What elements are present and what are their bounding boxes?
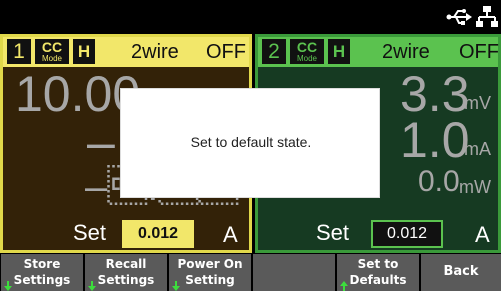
message-dialog: Set to default state. <box>120 88 380 198</box>
set-value-field[interactable]: 0.012 <box>122 220 194 248</box>
sense-mode: 2wire <box>382 41 430 63</box>
lan-icon <box>476 6 498 27</box>
softkey-label-line2: Settings <box>13 273 71 287</box>
empty-softkey[interactable] <box>253 254 335 291</box>
set-label: Set <box>316 220 350 245</box>
arrow-down-icon <box>88 281 96 291</box>
set-unit: A <box>223 222 238 247</box>
mode-value: CC <box>296 39 318 55</box>
power-on-setting-softkey[interactable]: Power On Setting <box>169 254 251 291</box>
set-label: Set <box>73 220 107 245</box>
range-indicator: H <box>73 39 95 64</box>
softkey-bar: Store Settings Recall Settings Power On … <box>0 253 501 291</box>
mode-label: Mode <box>296 54 317 63</box>
channel-number: 2 <box>262 39 286 64</box>
softkey-label-line2: Defaults <box>349 273 407 287</box>
arrow-up-icon <box>340 281 348 291</box>
output-state: OFF <box>459 41 499 63</box>
softkey-label-line1: Recall <box>105 257 147 271</box>
softkey-label-line1: Set to <box>357 257 399 271</box>
usb-icon <box>446 9 472 25</box>
set-to-defaults-softkey[interactable]: Set to Defaults <box>337 254 419 291</box>
set-unit: A <box>475 222 490 247</box>
mode-label: Mode <box>41 54 62 63</box>
sense-mode: 2wire <box>131 41 179 63</box>
current-readout: – <box>87 114 115 170</box>
power-readout: 0.0 <box>418 165 460 198</box>
softkey-label-line2: Settings <box>97 273 155 287</box>
range-indicator: H <box>328 39 350 64</box>
set-value-field[interactable]: 0.012 <box>371 220 443 248</box>
status-bar <box>0 0 501 34</box>
output-state: OFF <box>206 41 246 63</box>
channel-2-header: 2 CC Mode H 2wire OFF <box>258 37 499 67</box>
arrow-down-icon <box>4 281 12 291</box>
arrow-down-icon <box>172 281 180 291</box>
current-unit: mA <box>464 139 491 159</box>
mode-indicator: CC Mode <box>290 39 324 64</box>
mode-value: CC <box>41 39 63 55</box>
current-readout: 1.0 <box>400 112 470 168</box>
softkey-label: Back <box>443 264 479 279</box>
power-unit: mW <box>459 177 491 197</box>
mode-indicator: CC Mode <box>35 39 69 64</box>
dialog-message: Set to default state. <box>190 134 312 150</box>
back-softkey[interactable]: Back <box>421 254 501 291</box>
softkey-label-line2: Setting <box>185 273 235 287</box>
voltage-unit: mV <box>464 93 491 113</box>
softkey-label-line1: Power On <box>177 257 243 271</box>
channel-1-header: 1 CC Mode H 2wire OFF <box>3 37 249 67</box>
store-settings-softkey[interactable]: Store Settings <box>1 254 83 291</box>
softkey-label-line1: Store <box>23 257 61 271</box>
recall-settings-softkey[interactable]: Recall Settings <box>85 254 167 291</box>
channel-number: 1 <box>7 39 31 64</box>
